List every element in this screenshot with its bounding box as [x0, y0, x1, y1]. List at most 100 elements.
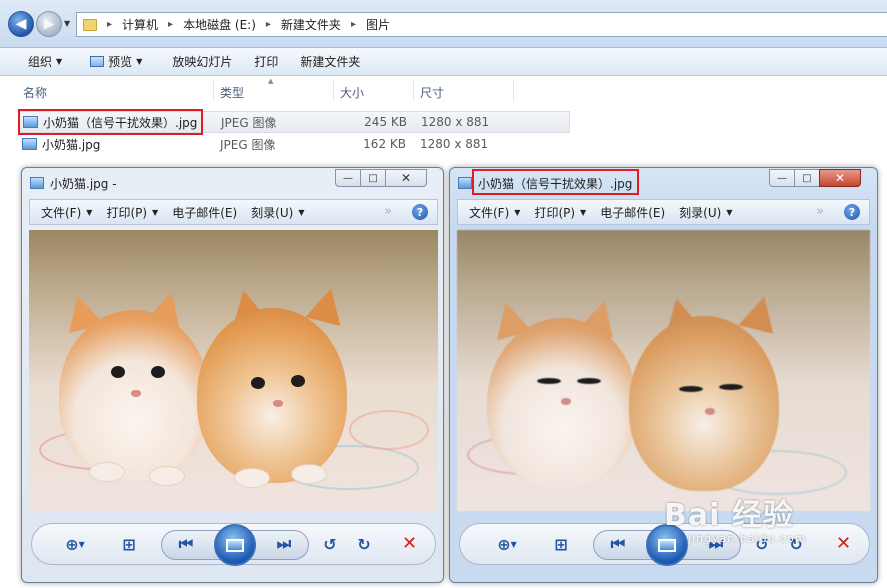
help-icon[interactable]: ?: [844, 204, 860, 220]
address-bar-area: ◀ ▶ ▼ ▸ 计算机 ▸ 本地磁盘 (E:) ▸ 新建文件夹 ▸ 图片: [0, 0, 887, 48]
minimize-icon: —: [777, 172, 787, 184]
file-row[interactable]: 小奶猫.jpg JPEG 图像 162 KB 1280 x 881: [18, 133, 570, 155]
maximize-button[interactable]: □: [360, 169, 386, 187]
kitten-eye: [679, 386, 703, 392]
actual-size-icon[interactable]: ⊞: [118, 534, 140, 554]
watermark-brand: Bai 经验: [664, 498, 794, 533]
chevron-down-icon: ▼: [580, 207, 587, 217]
print-button[interactable]: 打印: [244, 50, 288, 74]
chevron-down-icon: ▼: [298, 207, 305, 217]
close-button[interactable]: ✕: [385, 169, 427, 187]
viewer-controls: ⊕ ▼ ⊞ ⏮ ⏭ ↺ ↻ ✕: [31, 523, 436, 566]
new-folder-button[interactable]: 新建文件夹: [290, 50, 370, 74]
actual-size-icon[interactable]: ⊞: [550, 534, 572, 554]
back-button[interactable]: ◀: [8, 11, 34, 37]
menu-burn[interactable]: 刻录(U) ▼: [244, 204, 311, 221]
breadcrumb-separator[interactable]: ▸: [351, 19, 356, 30]
kitten-nose: [273, 400, 283, 407]
breadcrumb-item-new-folder[interactable]: 新建文件夹: [281, 16, 341, 33]
minimize-button[interactable]: —: [769, 169, 795, 187]
kitten-paw: [89, 462, 125, 482]
kitten-nose: [561, 398, 571, 405]
rotate-right-icon[interactable]: ↻: [354, 534, 374, 554]
maximize-icon: □: [368, 172, 378, 184]
command-bar: 组织 ▼ 预览 ▼ 放映幻灯片 打印 新建文件夹: [0, 48, 887, 76]
image-file-icon: [30, 177, 44, 189]
slideshow-button[interactable]: 放映幻灯片: [162, 50, 242, 74]
slideshow-play-button[interactable]: [214, 524, 256, 566]
breadcrumb-item-computer[interactable]: 计算机: [122, 16, 158, 33]
zoom-icon[interactable]: ⊕ ▼: [492, 534, 522, 554]
kitten-eye: [537, 378, 561, 384]
previous-icon[interactable]: ⏮: [176, 534, 196, 554]
image-file-icon: [458, 177, 472, 189]
maximize-button[interactable]: □: [794, 169, 820, 187]
more-chevron-icon[interactable]: »: [384, 204, 392, 219]
minimize-button[interactable]: —: [335, 169, 361, 187]
file-name: 小奶猫.jpg: [42, 137, 101, 152]
kitten-eye: [111, 366, 125, 378]
kitten-paw: [149, 466, 185, 486]
column-divider[interactable]: [413, 80, 414, 102]
delete-icon[interactable]: ✕: [402, 533, 417, 554]
chevron-down-icon: ▼: [56, 57, 63, 66]
menu-file-label: 文件(F): [41, 205, 82, 220]
breadcrumb-separator[interactable]: ▸: [266, 19, 271, 30]
column-header-type[interactable]: 类型: [220, 84, 244, 101]
breadcrumb-separator[interactable]: ▸: [107, 19, 112, 30]
menu-print-label: 打印(P): [534, 205, 576, 220]
more-chevron-icon[interactable]: »: [816, 204, 824, 219]
column-header-size[interactable]: 大小: [340, 84, 364, 101]
chevron-down-icon: ▼: [136, 57, 143, 66]
watermark-url: jingyan.baidu.com: [688, 532, 807, 545]
menu-file[interactable]: 文件(F) ▼: [462, 204, 527, 221]
breadcrumb[interactable]: ▸ 计算机 ▸ 本地磁盘 (E:) ▸ 新建文件夹 ▸ 图片: [76, 12, 887, 37]
breadcrumb-item-drive[interactable]: 本地磁盘 (E:): [183, 16, 256, 33]
column-divider[interactable]: [513, 80, 514, 102]
menu-email[interactable]: 电子邮件(E): [165, 204, 244, 221]
column-headers: ▲ 名称 类型 大小 尺寸: [0, 77, 887, 105]
column-divider[interactable]: [333, 80, 334, 102]
column-header-dimensions[interactable]: 尺寸: [420, 84, 444, 101]
menu-print[interactable]: 打印(P) ▼: [527, 204, 593, 221]
next-icon[interactable]: ⏭: [274, 534, 294, 554]
rotate-left-icon[interactable]: ↺: [320, 534, 340, 554]
file-name-cell[interactable]: 小奶猫.jpg: [22, 136, 100, 153]
menu-burn[interactable]: 刻录(U) ▼: [672, 204, 739, 221]
window-controls: — □ ✕: [335, 169, 427, 187]
forward-button[interactable]: ▶: [36, 11, 62, 37]
menu-burn-label: 刻录(U): [679, 205, 722, 220]
kitten-eye: [151, 366, 165, 378]
folder-icon: [83, 18, 97, 31]
viewer-menu-bar: 文件(F) ▼ 打印(P) ▼ 电子邮件(E) 刻录(U) ▼ » ?: [29, 199, 438, 225]
window-title: 小奶猫.jpg -: [50, 176, 117, 191]
delete-icon[interactable]: ✕: [836, 533, 851, 554]
file-size: 162 KB: [363, 137, 406, 151]
menu-file-label: 文件(F): [469, 205, 510, 220]
organize-button[interactable]: 组织 ▼: [18, 50, 72, 74]
close-button[interactable]: ✕: [819, 169, 861, 187]
preview-button[interactable]: 预览 ▼: [80, 50, 152, 74]
minimize-icon: —: [343, 172, 353, 184]
zoom-icon[interactable]: ⊕ ▼: [60, 534, 90, 554]
recent-pages-dropdown[interactable]: ▼: [64, 19, 70, 28]
column-header-name[interactable]: 名称: [23, 84, 47, 101]
menu-file[interactable]: 文件(F) ▼: [34, 204, 99, 221]
close-icon: ✕: [834, 171, 846, 185]
kitten-ear: [305, 284, 349, 326]
menu-print[interactable]: 打印(P) ▼: [99, 204, 165, 221]
kitten-orange: [629, 316, 779, 491]
breadcrumb-separator[interactable]: ▸: [168, 19, 173, 30]
kitten-paw: [234, 468, 270, 488]
kitten-nose: [705, 408, 715, 415]
close-icon: ✕: [400, 171, 412, 185]
help-icon[interactable]: ?: [412, 204, 428, 220]
photo-viewer-window-original[interactable]: 小奶猫.jpg - — □ ✕ 文件(F) ▼ 打印(P) ▼ 电子邮件(E) 刻录…: [21, 167, 444, 583]
kitten-nose: [131, 390, 141, 397]
chevron-down-icon: ▼: [514, 207, 521, 217]
column-divider[interactable]: [213, 80, 214, 102]
chevron-down-icon: ▼: [726, 207, 733, 217]
menu-email[interactable]: 电子邮件(E): [593, 204, 672, 221]
breadcrumb-item-pictures[interactable]: 图片: [366, 16, 390, 33]
previous-icon[interactable]: ⏮: [608, 534, 628, 554]
